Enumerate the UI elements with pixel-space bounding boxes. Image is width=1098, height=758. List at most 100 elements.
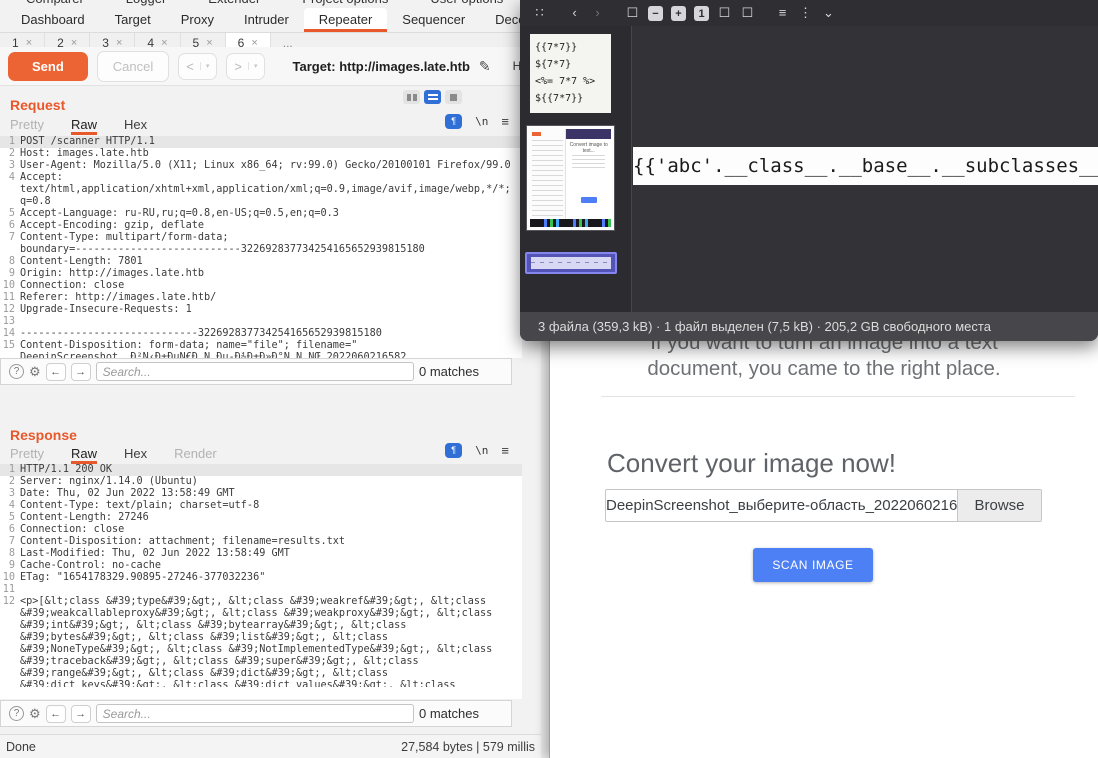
- code-line: 1HTTP/1.1 200 OK: [0, 464, 522, 476]
- edit-target-icon[interactable]: ✎: [479, 58, 491, 75]
- browse-button[interactable]: Browse: [957, 490, 1041, 521]
- editor-menu-icon[interactable]: ≡: [501, 443, 509, 458]
- view-tab[interactable]: Pretty: [10, 117, 44, 135]
- next-image-icon[interactable]: ›: [590, 5, 605, 21]
- line-text: User-Agent: Mozilla/5.0 (X11; Linux x86_…: [20, 160, 511, 172]
- line-text: Content-Type: text/plain; charset=utf-8: [20, 500, 259, 512]
- chevron-down-icon[interactable]: ▾: [200, 62, 210, 70]
- code-line: &#39;weakcallableproxy&#39;&gt;, &lt;cla…: [0, 608, 522, 620]
- fullscreen-icon[interactable]: ☐: [740, 5, 755, 21]
- request-editor[interactable]: 1POST /scanner HTTP/1.12Host: images.lat…: [0, 136, 522, 358]
- prev-arrow: <: [186, 59, 194, 74]
- displayed-image[interactable]: {{'abc'.__class__.__base__.__subclasses_…: [633, 147, 1098, 185]
- convert-heading: Convert your image now!: [607, 448, 896, 479]
- search-next-button[interactable]: →: [71, 363, 91, 381]
- response-view-tabs: Pretty Raw Hex Render: [10, 446, 217, 464]
- burp-main-tab[interactable]: Repeater: [304, 8, 387, 32]
- zoom-original-icon[interactable]: 1: [694, 6, 709, 21]
- burp-main-tab[interactable]: Dashboard: [6, 8, 100, 32]
- line-number: 15: [0, 340, 20, 352]
- search-prev-button[interactable]: ←: [46, 705, 66, 723]
- fold-panel-icon[interactable]: ⌄: [821, 5, 836, 21]
- line-number: [0, 608, 20, 620]
- screenshot-thumbnail[interactable]: Convert image to text...: [527, 126, 614, 230]
- burp-main-tab[interactable]: Proxy: [166, 8, 229, 32]
- burp-main-tab[interactable]: Target: [100, 8, 166, 32]
- thumbnails-grid-icon[interactable]: ∷: [532, 5, 547, 21]
- code-line: boundary=---------------------------3226…: [0, 244, 522, 256]
- code-line: 15Content-Disposition: form-data; name="…: [0, 340, 522, 352]
- burp-main-tab[interactable]: Sequencer: [387, 8, 480, 32]
- line-number: 2: [0, 148, 20, 160]
- scan-image-button[interactable]: SCAN IMAGE: [753, 548, 873, 582]
- line-text: &#39;NoneType&#39;&gt;, &lt;class &#39;N…: [20, 644, 492, 656]
- view-tab[interactable]: Hex: [124, 117, 147, 135]
- word-wrap-icon[interactable]: ¶: [445, 443, 462, 458]
- prev-image-icon[interactable]: ‹: [567, 5, 582, 21]
- file-upload-input[interactable]: DeepinScreenshot_выберите-область_202206…: [605, 489, 1042, 522]
- code-line: &#39;dict_keys&#39;&gt;, &lt;class &#39;…: [0, 680, 522, 687]
- chevron-down-icon[interactable]: ▾: [248, 62, 258, 70]
- layout-rows-button[interactable]: [424, 90, 441, 104]
- code-line: 4Content-Type: text/plain; charset=utf-8: [0, 500, 522, 512]
- editor-menu-icon[interactable]: ≡: [501, 114, 509, 129]
- text-payload-thumbnail[interactable]: {{7*7}}${7*7}<%= 7*7 %>${{7*7}}: [530, 34, 611, 113]
- line-text: &#39;weakcallableproxy&#39;&gt;, &lt;cla…: [20, 608, 492, 620]
- menu-kebab-icon[interactable]: ⋮: [798, 5, 813, 21]
- line-text: Last-Modified: Thu, 02 Jun 2022 13:58:49…: [20, 548, 290, 560]
- line-number: 9: [0, 560, 20, 572]
- gear-icon[interactable]: ⚙: [29, 364, 41, 380]
- code-line: &#39;NoneType&#39;&gt;, &lt;class &#39;N…: [0, 644, 522, 656]
- search-input[interactable]: [96, 704, 414, 723]
- search-next-button[interactable]: →: [71, 705, 91, 723]
- thumb-website-pane: Convert image to text...: [566, 129, 611, 219]
- response-editor[interactable]: 1HTTP/1.1 200 OK2Server: nginx/1.14.0 (U…: [0, 464, 522, 699]
- view-tab[interactable]: Raw: [71, 446, 97, 464]
- help-icon[interactable]: ?: [9, 364, 24, 379]
- next-request-button[interactable]: >▾: [226, 53, 265, 80]
- line-text: &#39;dict_keys&#39;&gt;, &lt;class &#39;…: [20, 680, 455, 687]
- view-tab[interactable]: Raw: [71, 117, 97, 135]
- zoom-in-icon[interactable]: +: [671, 6, 686, 21]
- search-prev-button[interactable]: ←: [46, 363, 66, 381]
- selected-image-thumbnail[interactable]: [525, 252, 617, 274]
- newline-toggle-icon[interactable]: \n: [475, 115, 488, 128]
- line-number: 11: [0, 584, 20, 596]
- line-text: text/html,application/xhtml+xml,applicat…: [20, 184, 511, 196]
- payload-image-text: {{'abc'.__class__.__base__.__subclasses_…: [633, 155, 1098, 177]
- thumb-burp-pane: [530, 129, 566, 219]
- word-wrap-icon[interactable]: ¶: [445, 114, 462, 129]
- line-number: 4: [0, 500, 20, 512]
- code-line: 8Last-Modified: Thu, 02 Jun 2022 13:58:4…: [0, 548, 522, 560]
- files-status-bar: 3 файла (359,3 kB) · 1 файл выделен (7,5…: [520, 312, 1098, 341]
- search-input[interactable]: [96, 362, 414, 381]
- cancel-button[interactable]: Cancel: [97, 51, 169, 82]
- fit-window-icon[interactable]: ☐: [625, 5, 640, 21]
- newline-toggle-icon[interactable]: \n: [475, 444, 488, 457]
- gear-icon[interactable]: ⚙: [29, 706, 41, 722]
- view-tab[interactable]: Hex: [124, 446, 147, 464]
- code-line: 9Origin: http://images.late.htb: [0, 268, 522, 280]
- send-button[interactable]: Send: [8, 52, 88, 81]
- line-number: 12: [0, 304, 20, 316]
- prev-request-button[interactable]: <▾: [178, 53, 217, 80]
- view-tab[interactable]: Render: [174, 446, 217, 464]
- line-number: 6: [0, 220, 20, 232]
- help-icon[interactable]: ?: [9, 706, 24, 721]
- burp-main-tab[interactable]: Intruder: [229, 8, 304, 32]
- request-panel-title: Request: [10, 97, 65, 113]
- code-line: 2Host: images.late.htb: [0, 148, 522, 160]
- zoom-out-icon[interactable]: −: [648, 6, 663, 21]
- line-text: Connection: close: [20, 524, 124, 536]
- code-line: 5Accept-Language: ru-RU,ru;q=0.8,en-US;q…: [0, 208, 522, 220]
- line-number: 5: [0, 512, 20, 524]
- line-number: 7: [0, 536, 20, 548]
- fit-width-icon[interactable]: ☐: [717, 5, 732, 21]
- layout-columns-button[interactable]: [403, 90, 420, 104]
- view-tab[interactable]: Pretty: [10, 446, 44, 464]
- line-text: Content-Disposition: attachment; filenam…: [20, 536, 345, 548]
- list-view-icon[interactable]: ≡: [775, 5, 790, 21]
- thumb-taskbar: [530, 219, 611, 227]
- line-number: 2: [0, 476, 20, 488]
- layout-single-button[interactable]: [445, 90, 462, 104]
